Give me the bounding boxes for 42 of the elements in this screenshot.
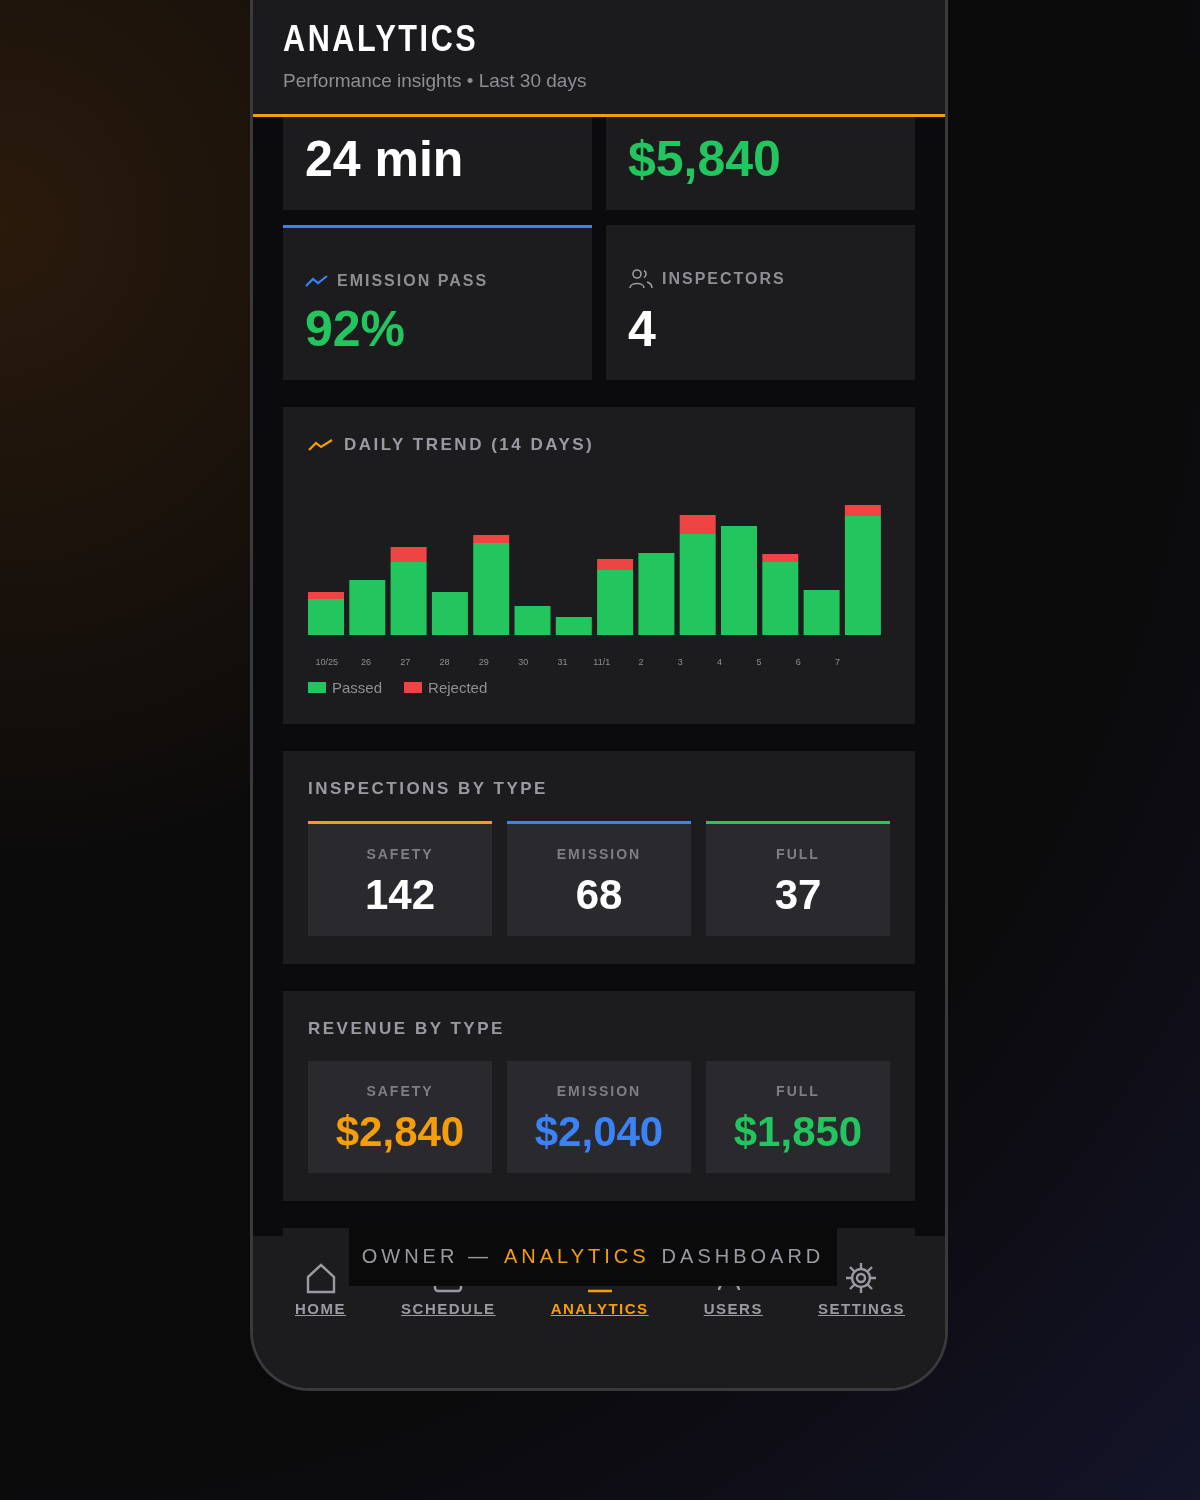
stat-value: 4	[628, 304, 657, 354]
tile-label: FULL	[776, 1083, 820, 1099]
tile-value: $1,850	[733, 1111, 863, 1153]
legend-label: Rejected	[428, 679, 488, 696]
axis-label: 11/1	[592, 657, 612, 667]
tile-value: $2,040	[534, 1111, 664, 1153]
section-title: REVENUE BY TYPE	[308, 1019, 506, 1039]
axis-label: 4	[716, 657, 724, 667]
chart-title: DAILY TREND (14 DAYS)	[344, 435, 595, 455]
axis-label: 5	[755, 657, 763, 667]
tile-value: 68	[575, 874, 623, 916]
tile-label: EMISSION	[556, 1083, 642, 1099]
caption-text: OWNER —	[361, 1244, 492, 1268]
axis-label: 6	[794, 657, 802, 667]
stat-value: 92%	[305, 304, 407, 354]
tile-value: 37	[774, 874, 822, 916]
axis-label: 7	[834, 657, 841, 667]
tile-value: 142	[364, 874, 436, 916]
stat-value: 24 min	[305, 134, 465, 184]
stat-label: INSPECTORS	[662, 270, 786, 288]
axis-label: 3	[676, 657, 684, 667]
axis-label: 30	[517, 657, 530, 667]
tile-value: $2,840	[335, 1111, 465, 1153]
tile-label: EMISSION	[556, 846, 642, 862]
tile-label: SAFETY	[366, 846, 434, 862]
axis-label: 29	[477, 657, 490, 667]
axis-label: 28	[438, 657, 451, 667]
axis-label: 2	[637, 657, 645, 667]
tile-label: SAFETY	[366, 1083, 434, 1099]
axis-label: 10/25	[314, 657, 339, 667]
section-title: INSPECTIONS BY TYPE	[308, 779, 549, 799]
axis-label: 27	[399, 657, 412, 667]
page-subtitle: Performance insights • Last 30 days	[283, 70, 588, 92]
axis-label: 31	[556, 657, 569, 667]
tile-label: FULL	[776, 846, 820, 862]
caption-text: ANALYTICS	[503, 1244, 650, 1268]
stat-label: EMISSION PASS	[337, 272, 489, 290]
nav-tab[interactable]: HOME	[295, 1260, 346, 1317]
stat-value: $5,840	[628, 134, 782, 184]
page-title: ANALYTICS	[283, 18, 480, 60]
axis-label: 26	[359, 657, 372, 667]
legend-label: Passed	[332, 679, 383, 696]
